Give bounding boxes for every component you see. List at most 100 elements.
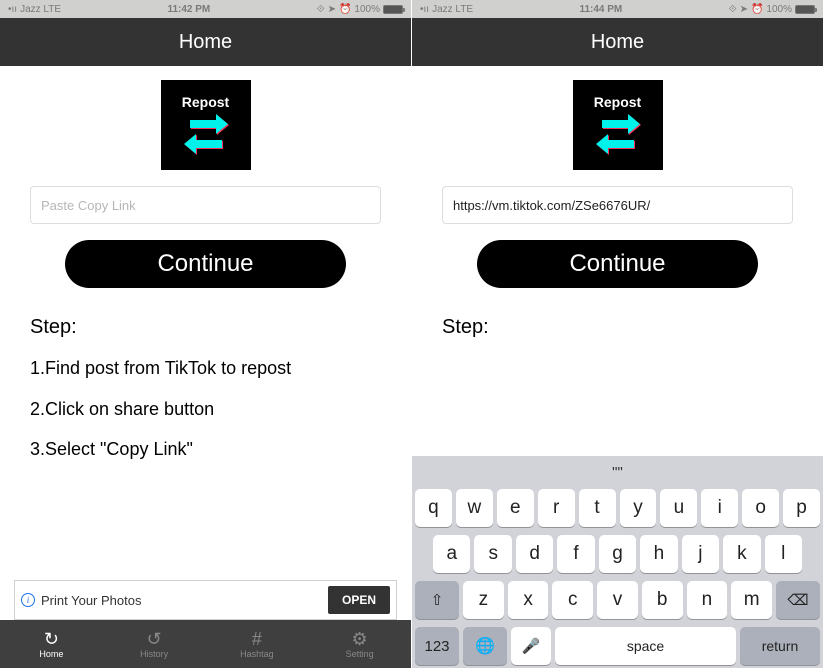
main-content: Repost Continue Step: (412, 66, 823, 456)
key-h[interactable]: h (640, 535, 677, 573)
key-123[interactable]: 123 (415, 627, 459, 665)
key-b[interactable]: b (642, 581, 683, 619)
key-r[interactable]: r (538, 489, 575, 527)
signal-icon: •ıı (8, 4, 17, 15)
steps-block: Step: (442, 316, 793, 357)
alarm-icon: ⏰ (751, 4, 763, 15)
key-f[interactable]: f (557, 535, 594, 573)
tab-setting[interactable]: ⚙ Setting (308, 620, 411, 668)
status-bar: •ıı Jazz LTE 11:42 PM ⟐ ➤ ⏰ 100% (0, 0, 411, 18)
kb-row-1: q w e r t y u i o p (415, 489, 820, 527)
key-k[interactable]: k (723, 535, 760, 573)
gear-icon: ⚙ (352, 630, 368, 648)
mic-icon: 🎤 (522, 637, 541, 655)
repost-logo-text: Repost (182, 94, 229, 110)
key-x[interactable]: x (508, 581, 549, 619)
battery-icon (383, 5, 403, 14)
tab-history[interactable]: ↺ History (103, 620, 206, 668)
main-content: Repost Continue Step: 1.Find post from T… (0, 66, 411, 620)
key-p[interactable]: p (783, 489, 820, 527)
link-input[interactable] (30, 186, 381, 224)
key-u[interactable]: u (660, 489, 697, 527)
key-s[interactable]: s (474, 535, 511, 573)
key-m[interactable]: m (731, 581, 772, 619)
signal-icon: •ıı (420, 4, 429, 15)
repost-logo: Repost (161, 80, 251, 170)
home-icon: ↻ (44, 630, 59, 648)
key-g[interactable]: g (599, 535, 636, 573)
key-v[interactable]: v (597, 581, 638, 619)
tab-bar: ↻ Home ↺ History # Hashtag ⚙ Setting (0, 620, 411, 668)
key-d[interactable]: d (516, 535, 553, 573)
header-title: Home (591, 31, 644, 54)
steps-title: Step: (30, 316, 381, 339)
ad-banner[interactable]: i Print Your Photos OPEN (14, 580, 397, 620)
status-bar: •ıı Jazz LTE 11:44 PM ⟐ ➤ ⏰ 100% (412, 0, 823, 18)
key-mic[interactable]: 🎤 (511, 627, 551, 665)
tab-hashtag-label: Hashtag (240, 649, 274, 659)
key-w[interactable]: w (456, 489, 493, 527)
carrier-text: Jazz LTE (20, 4, 61, 15)
continue-button[interactable]: Continue (65, 240, 346, 288)
key-return[interactable]: return (740, 627, 820, 665)
battery-text: 100% (766, 4, 792, 15)
nav-header: Home (412, 18, 823, 66)
key-q[interactable]: q (415, 489, 452, 527)
location-icon: ➤ (740, 4, 748, 15)
kb-row-4: 123 🌐 🎤 space return (415, 627, 820, 665)
tab-history-label: History (140, 649, 168, 659)
key-z[interactable]: z (463, 581, 504, 619)
ad-open-button[interactable]: OPEN (328, 586, 390, 614)
hashtag-icon: # (252, 630, 262, 648)
alarm-icon: ⏰ (339, 4, 351, 15)
info-icon: i (21, 593, 35, 607)
step-1: 1.Find post from TikTok to repost (30, 357, 381, 380)
screen-left: •ıı Jazz LTE 11:42 PM ⟐ ➤ ⏰ 100% Home Re… (0, 0, 411, 668)
key-space[interactable]: space (555, 627, 736, 665)
tab-home[interactable]: ↻ Home (0, 620, 103, 668)
location-icon: ➤ (328, 4, 336, 15)
key-t[interactable]: t (579, 489, 616, 527)
screen-right: •ıı Jazz LTE 11:44 PM ⟐ ➤ ⏰ 100% Home Re… (412, 0, 823, 668)
key-n[interactable]: n (687, 581, 728, 619)
key-o[interactable]: o (742, 489, 779, 527)
key-i[interactable]: i (701, 489, 738, 527)
tab-hashtag[interactable]: # Hashtag (206, 620, 309, 668)
key-shift[interactable]: ⇧ (415, 581, 459, 619)
repost-arrows-icon (182, 112, 230, 156)
nav-header: Home (0, 18, 411, 66)
history-icon: ↺ (147, 630, 162, 648)
continue-button[interactable]: Continue (477, 240, 758, 288)
key-y[interactable]: y (620, 489, 657, 527)
key-l[interactable]: l (765, 535, 802, 573)
bt-icon: ⟐ (729, 4, 737, 15)
steps-block: Step: 1.Find post from TikTok to repost … (30, 316, 381, 479)
header-title: Home (179, 31, 232, 54)
battery-text: 100% (354, 4, 380, 15)
key-backspace[interactable]: ⌫ (776, 581, 820, 619)
battery-icon (795, 5, 815, 14)
tab-setting-label: Setting (346, 649, 374, 659)
ad-text: Print Your Photos (41, 593, 322, 608)
clock: 11:44 PM (579, 4, 622, 15)
key-a[interactable]: a (433, 535, 470, 573)
keyboard-hint[interactable]: "" (415, 462, 820, 481)
repost-logo-text: Repost (594, 94, 641, 110)
step-3: 3.Select "Copy Link" (30, 438, 381, 461)
key-e[interactable]: e (497, 489, 534, 527)
ios-keyboard: "" q w e r t y u i o p a s d f g h j k l… (412, 456, 823, 668)
tab-home-label: Home (39, 649, 63, 659)
clock: 11:42 PM (167, 4, 210, 15)
repost-arrows-icon (594, 112, 642, 156)
key-c[interactable]: c (552, 581, 593, 619)
kb-row-2: a s d f g h j k l (415, 535, 820, 573)
link-input[interactable] (442, 186, 793, 224)
kb-row-3: ⇧ z x c v b n m ⌫ (415, 581, 820, 619)
bt-icon: ⟐ (317, 4, 325, 15)
carrier-text: Jazz LTE (432, 4, 473, 15)
globe-icon: 🌐 (475, 636, 495, 656)
key-j[interactable]: j (682, 535, 719, 573)
shift-icon: ⇧ (431, 591, 444, 609)
key-globe[interactable]: 🌐 (463, 627, 507, 665)
repost-logo: Repost (573, 80, 663, 170)
